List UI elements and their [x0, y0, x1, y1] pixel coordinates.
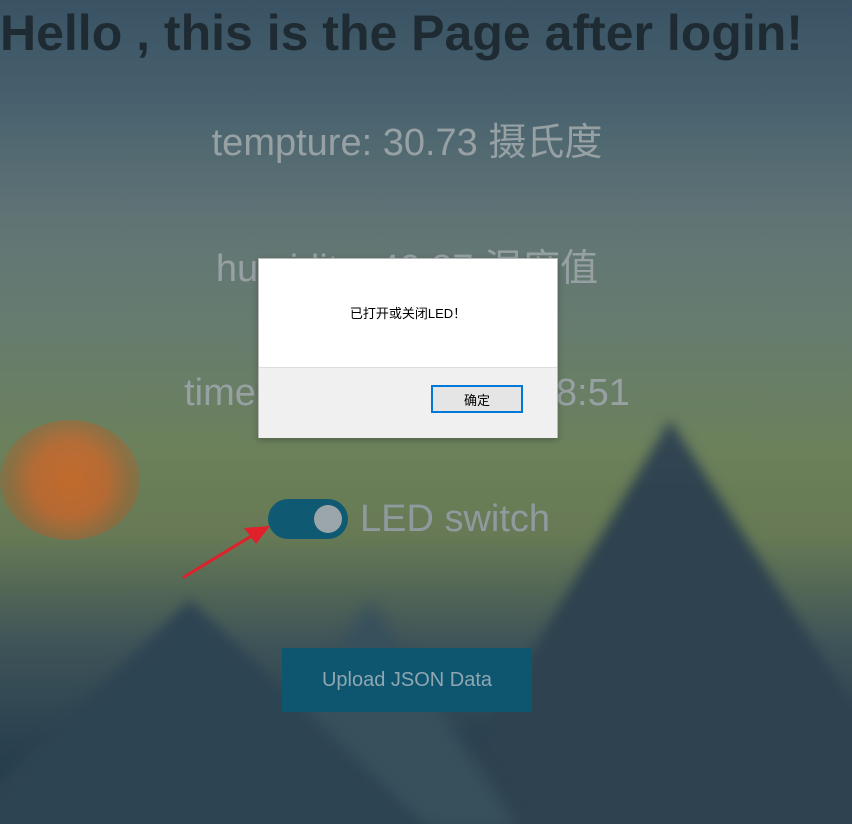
modal-overlay: 已打开或关闭LED！ 确定 — [0, 0, 852, 824]
dialog-message: 已打开或关闭LED！ — [349, 306, 467, 321]
alert-dialog: 已打开或关闭LED！ 确定 — [258, 258, 558, 438]
dialog-footer: 确定 — [259, 367, 557, 438]
ok-button[interactable]: 确定 — [431, 385, 523, 413]
